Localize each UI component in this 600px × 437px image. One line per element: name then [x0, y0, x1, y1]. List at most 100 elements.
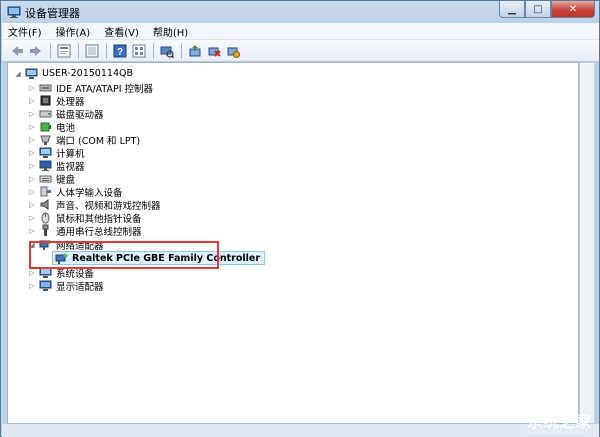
list-icon [132, 44, 146, 57]
category-label: 人体学输入设备 [56, 187, 123, 199]
menu-view[interactable]: 查看(V) [104, 24, 139, 39]
tree-category-mouse[interactable]: ▷ 鼠标和其他指针设备 [28, 211, 142, 225]
toolbar-separator [181, 42, 182, 59]
usb-icon [42, 224, 49, 236]
disk-drive-icon [39, 110, 52, 118]
annotation-highlight-box [29, 241, 219, 269]
tree-category-processor[interactable]: ▷ 处理器 [28, 94, 85, 108]
category-label: 磁盘驱动器 [56, 109, 104, 121]
hid-icon [40, 186, 51, 197]
uninstall-device-button[interactable] [224, 42, 242, 60]
forward-button[interactable] [27, 42, 45, 60]
title-bar[interactable]: 设备管理器 ▁ □ ✕ [1, 1, 599, 23]
toolbar-separator [153, 42, 154, 59]
computer-icon [39, 147, 52, 158]
tree-category-ide[interactable]: ▷ IDE ATA/ATAPI 控制器 [28, 81, 154, 95]
category-label: 处理器 [56, 96, 85, 108]
properties-view-button[interactable] [55, 42, 73, 60]
tree-category-display[interactable]: ▷ 显示适配器 [28, 279, 104, 293]
port-icon [40, 135, 51, 145]
menu-bar: 文件(F) 操作(A) 查看(V) 帮助(H) [2, 23, 599, 40]
tree-category-sound[interactable]: ▷ 声音、视频和游戏控制器 [28, 198, 161, 212]
back-icon [12, 45, 23, 56]
tree-category-monitor[interactable]: ▷ 监视器 [28, 159, 85, 173]
toolbar: ? [2, 40, 599, 62]
tree-root[interactable]: ◢ USER-20150114QB [14, 67, 133, 80]
display-adapter-icon [39, 280, 52, 291]
back-button[interactable] [8, 42, 26, 60]
uninstall-icon [227, 47, 240, 58]
watermark-url: XITONGZHIJIA.NET [525, 429, 589, 436]
toolbar-separator [50, 42, 51, 59]
category-label: 计算机 [56, 148, 85, 160]
window-title: 设备管理器 [25, 7, 80, 20]
category-label: 通用串行总线控制器 [56, 226, 142, 238]
device-manager-icon [7, 6, 21, 18]
tree-category-usb[interactable]: ▷ 通用串行总线控制器 [28, 224, 142, 238]
category-label: 键盘 [56, 174, 76, 186]
tree-category-battery[interactable]: ▷ 电池 [28, 120, 76, 134]
category-label: 电池 [56, 122, 76, 134]
disable-icon [208, 47, 221, 57]
expand-arrow-icon[interactable]: ▷ [28, 282, 36, 290]
device-manager-window: 设备管理器 ▁ □ ✕ 文件(F) 操作(A) 查看(V) 帮助(H) ? ◢ … [0, 0, 600, 437]
expand-arrow-icon[interactable]: ▷ [28, 136, 36, 144]
tree-category-port[interactable]: ▷ 端口 (COM 和 LPT) [28, 133, 141, 147]
view-button[interactable] [83, 42, 101, 60]
keyboard-icon [39, 175, 52, 183]
expand-arrow-icon[interactable]: ▷ [28, 269, 36, 277]
disable-device-button[interactable] [205, 42, 223, 60]
scan-icon [160, 46, 174, 58]
vertical-scrollbar[interactable] [579, 62, 595, 424]
battery-icon [40, 122, 51, 132]
list-view-button[interactable] [130, 42, 148, 60]
menu-help[interactable]: 帮助(H) [153, 24, 188, 39]
processor-icon [40, 95, 51, 106]
maximize-button[interactable]: □ [525, 1, 551, 18]
toolbar-separator [78, 42, 79, 59]
help-icon: ? [113, 44, 127, 58]
properties-icon [57, 44, 71, 57]
status-bar [2, 424, 599, 437]
category-label: 鼠标和其他指针设备 [56, 213, 142, 225]
tree-category-disk[interactable]: ▷ 磁盘驱动器 [28, 107, 104, 121]
close-button[interactable]: ✕ [551, 1, 595, 18]
svg-text:?: ? [117, 47, 123, 58]
computer-icon [25, 68, 38, 79]
sound-icon [40, 199, 49, 210]
forward-icon [30, 45, 41, 56]
scan-hardware-button[interactable] [158, 42, 176, 60]
expand-arrow-icon[interactable]: ▷ [28, 123, 36, 131]
toolbar-separator [106, 42, 107, 59]
category-label: 端口 (COM 和 LPT) [56, 135, 141, 147]
tree-category-hid[interactable]: ▷ 人体学输入设备 [28, 185, 123, 199]
ide-controller-icon [39, 84, 52, 92]
collapse-arrow-icon[interactable]: ◢ [14, 70, 22, 78]
category-label: 监视器 [56, 161, 85, 173]
expand-arrow-icon[interactable]: ▷ [28, 97, 36, 105]
mouse-icon [41, 212, 50, 224]
menu-file[interactable]: 文件(F) [8, 24, 42, 39]
expand-arrow-icon[interactable]: ▷ [28, 227, 36, 235]
tree-category-keyboard[interactable]: ▷ 键盘 [28, 172, 76, 186]
category-label: IDE ATA/ATAPI 控制器 [56, 83, 154, 95]
expand-arrow-icon[interactable]: ▷ [28, 84, 36, 92]
window-controls: ▁ □ ✕ [499, 1, 595, 19]
expand-arrow-icon[interactable]: ▷ [28, 214, 36, 222]
expand-arrow-icon[interactable]: ▷ [28, 149, 36, 157]
expand-arrow-icon[interactable]: ▷ [28, 175, 36, 183]
expand-arrow-icon[interactable]: ▷ [28, 110, 36, 118]
expand-arrow-icon[interactable]: ▷ [28, 188, 36, 196]
help-button[interactable]: ? [111, 42, 129, 60]
view-icon [85, 44, 99, 57]
minimize-button[interactable]: ▁ [499, 1, 525, 18]
menu-action[interactable]: 操作(A) [56, 24, 91, 39]
monitor-icon [39, 160, 52, 171]
computer-name: USER-20150114QB [42, 68, 133, 79]
update-driver-icon [189, 44, 201, 56]
tree-category-computer[interactable]: ▷ 计算机 [28, 146, 85, 160]
update-driver-button[interactable] [186, 42, 204, 60]
expand-arrow-icon[interactable]: ▷ [28, 162, 36, 170]
expand-arrow-icon[interactable]: ▷ [28, 201, 36, 209]
category-label: 显示适配器 [56, 281, 104, 293]
